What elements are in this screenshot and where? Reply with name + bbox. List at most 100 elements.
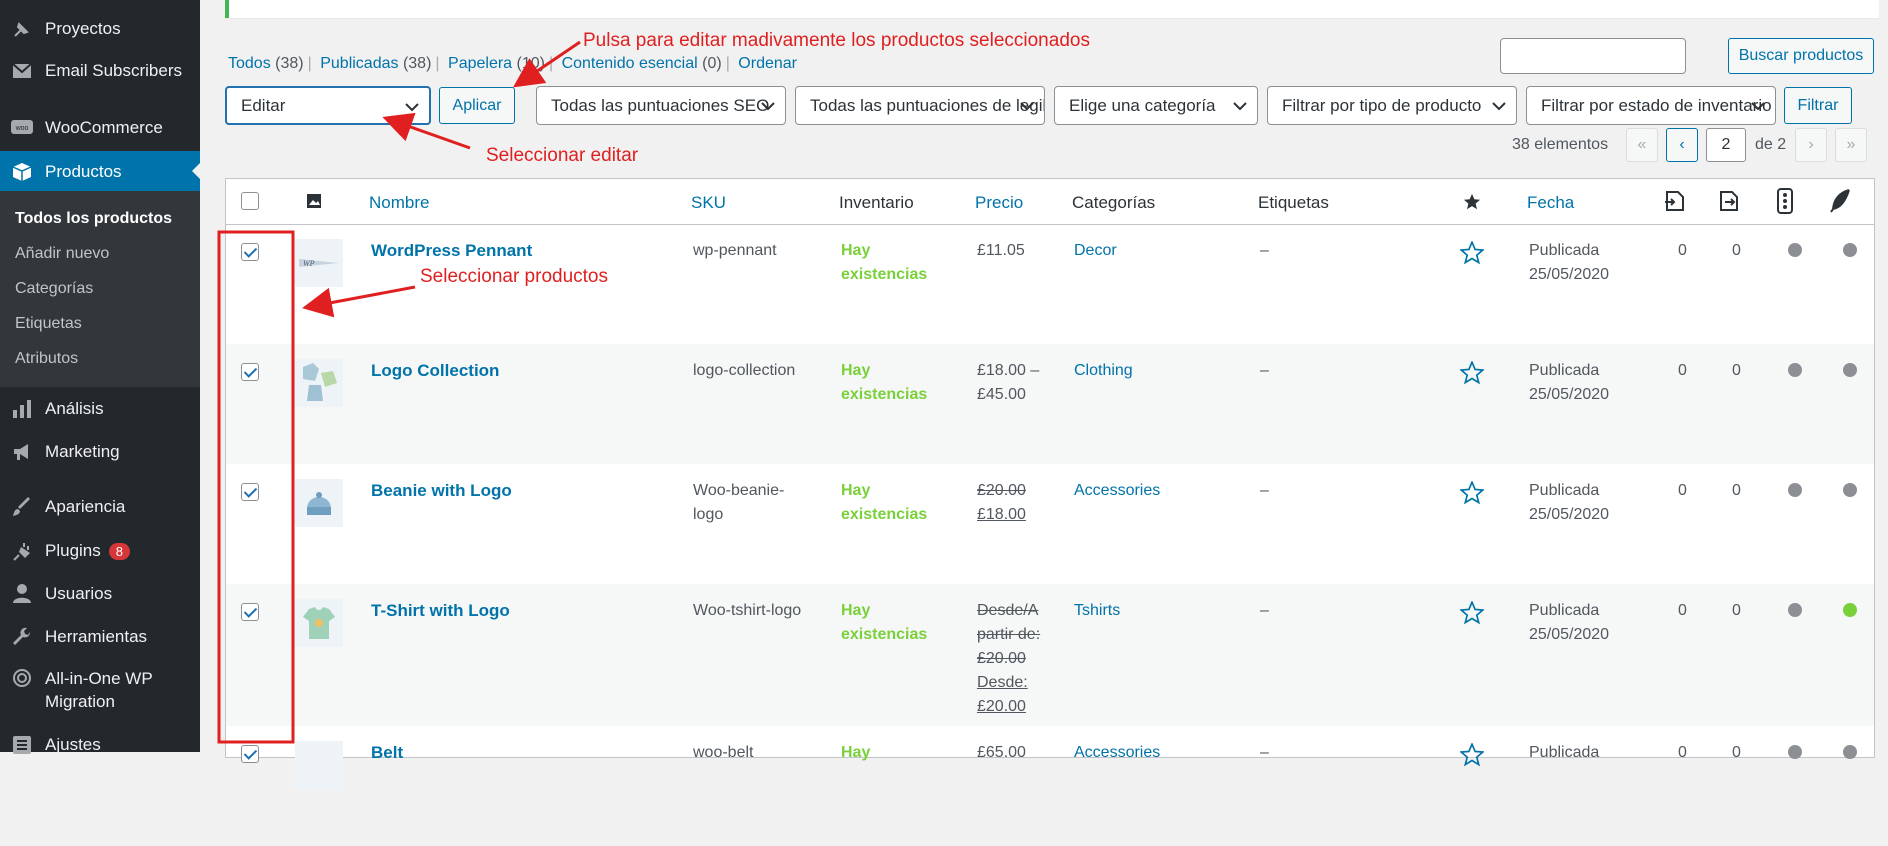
stock-status-filter[interactable]: Filtrar por estado de inventario bbox=[1526, 86, 1776, 125]
bar-chart-icon bbox=[11, 398, 33, 420]
select-all-checkbox[interactable] bbox=[241, 192, 259, 210]
submenu-add-new[interactable]: Añadir nuevo bbox=[15, 245, 109, 263]
product-name-link[interactable]: WordPress Pennant bbox=[371, 239, 532, 263]
sidebar-item-email-subscribers[interactable]: Email Subscribers bbox=[0, 51, 200, 91]
submenu-tags[interactable]: Etiquetas bbox=[15, 315, 82, 333]
incoming-links-count: 0 bbox=[1678, 482, 1687, 499]
row-checkbox[interactable] bbox=[241, 363, 259, 381]
product-status-date: Publicada 25/05/2020 bbox=[1529, 602, 1610, 643]
product-thumbnail[interactable]: WP bbox=[295, 239, 343, 287]
prev-page-button[interactable]: ‹ bbox=[1666, 128, 1698, 162]
category-filter[interactable]: Elige una categoría bbox=[1054, 86, 1258, 125]
sidebar-item-label: Apariencia bbox=[45, 497, 126, 516]
product-name-link[interactable]: Logo Collection bbox=[371, 359, 499, 383]
view-published[interactable]: Publicadas (38) bbox=[320, 55, 431, 72]
sort-link[interactable]: Ordenar bbox=[738, 55, 797, 72]
current-page-input[interactable]: 2 bbox=[1706, 128, 1746, 162]
readability-filter-value: Todas las puntuaciones de legibilidad bbox=[810, 95, 1044, 115]
apply-button[interactable]: Aplicar bbox=[439, 87, 515, 124]
star-icon[interactable] bbox=[1463, 193, 1481, 211]
featured-star-icon[interactable] bbox=[1460, 241, 1484, 265]
next-page-button[interactable]: › bbox=[1795, 128, 1827, 162]
sidebar-item-label: Email Subscribers bbox=[45, 61, 182, 80]
sidebar-item-label: All-in-One WP Migration bbox=[45, 669, 153, 711]
total-pages: de 2 bbox=[1755, 136, 1787, 153]
search-products-button[interactable]: Buscar productos bbox=[1728, 38, 1874, 74]
view-all[interactable]: Todos (38) bbox=[228, 55, 304, 72]
submenu-categories[interactable]: Categorías bbox=[15, 280, 93, 298]
svg-text:woo: woo bbox=[15, 125, 29, 132]
view-trash[interactable]: Papelera (10) bbox=[448, 55, 545, 72]
submenu-attributes[interactable]: Atributos bbox=[15, 350, 78, 368]
sidebar-item-ajustes[interactable]: Ajustes bbox=[0, 725, 200, 765]
row-checkbox[interactable] bbox=[241, 243, 259, 261]
product-thumbnail[interactable] bbox=[295, 741, 343, 789]
sidebar-item-apariencia[interactable]: Apariencia bbox=[0, 487, 200, 527]
pin-icon bbox=[11, 18, 33, 40]
category-link[interactable]: Clothing bbox=[1074, 359, 1133, 383]
category-link[interactable]: Accessories bbox=[1074, 479, 1160, 503]
sidebar-item-label: Ajustes bbox=[45, 735, 101, 754]
product-thumbnail[interactable] bbox=[295, 479, 343, 527]
product-sku: woo-belt bbox=[693, 744, 754, 761]
column-sku[interactable]: SKU bbox=[691, 193, 726, 213]
product-sku: wp-pennant bbox=[693, 242, 777, 259]
product-price: £65.00 bbox=[977, 744, 1026, 761]
bulk-actions-select[interactable]: Editar bbox=[225, 86, 431, 125]
view-essential-content[interactable]: Contenido esencial (0) bbox=[562, 55, 722, 72]
submenu-all-products[interactable]: Todos los productos bbox=[15, 210, 172, 228]
sidebar-item-proyectos[interactable]: Proyectos bbox=[0, 9, 200, 49]
category-link[interactable]: Tshirts bbox=[1074, 599, 1120, 623]
products-submenu: Todos los productos Añadir nuevo Categor… bbox=[0, 191, 200, 387]
product-thumbnail[interactable] bbox=[295, 359, 343, 407]
product-name-link[interactable]: Beanie with Logo bbox=[371, 479, 512, 503]
sidebar-item-analisis[interactable]: Análisis bbox=[0, 389, 200, 429]
stock-status-filter-value: Filtrar por estado de inventario bbox=[1541, 95, 1772, 115]
readability-score-filter[interactable]: Todas las puntuaciones de legibilidad bbox=[795, 86, 1045, 125]
table-row: Belt woo-belt Hay £65.00 Accessories – P… bbox=[226, 726, 1874, 846]
sidebar-item-herramientas[interactable]: Herramientas bbox=[0, 617, 200, 657]
column-date[interactable]: Fecha bbox=[1527, 193, 1574, 213]
product-tags: – bbox=[1260, 362, 1269, 379]
product-name-link[interactable]: Belt bbox=[371, 741, 403, 765]
row-checkbox[interactable] bbox=[241, 603, 259, 621]
chevron-down-icon bbox=[761, 102, 775, 111]
sidebar-item-usuarios[interactable]: Usuarios bbox=[0, 574, 200, 614]
product-thumbnail[interactable] bbox=[295, 599, 343, 647]
featured-star-icon[interactable] bbox=[1460, 481, 1484, 505]
table-row: Logo Collection logo-collection Hay exis… bbox=[226, 344, 1874, 464]
category-link[interactable]: Decor bbox=[1074, 239, 1117, 263]
featured-star-icon[interactable] bbox=[1460, 743, 1484, 767]
sidebar-item-marketing[interactable]: Marketing bbox=[0, 432, 200, 472]
product-name-link[interactable]: T-Shirt with Logo bbox=[371, 599, 510, 623]
sidebar-item-plugins[interactable]: Plugins 8 bbox=[0, 531, 200, 571]
sidebar-item-label: Productos bbox=[45, 162, 122, 181]
product-type-filter[interactable]: Filtrar por tipo de producto bbox=[1267, 86, 1517, 125]
seo-score-filter[interactable]: Todas las puntuaciones SEO bbox=[536, 86, 786, 125]
search-input[interactable] bbox=[1500, 38, 1686, 74]
chevron-down-icon bbox=[1751, 102, 1765, 111]
incoming-links-icon bbox=[1665, 191, 1684, 211]
column-price[interactable]: Precio bbox=[975, 193, 1023, 213]
stock-status: Hay bbox=[841, 744, 871, 761]
readability-score-dot bbox=[1843, 745, 1857, 759]
seo-score-dot bbox=[1788, 363, 1802, 377]
featured-star-icon[interactable] bbox=[1460, 601, 1484, 625]
sidebar-item-all-in-one-wp-migration[interactable]: All-in-One WP Migration bbox=[0, 667, 200, 719]
first-page-button[interactable]: « bbox=[1626, 128, 1658, 162]
filter-button[interactable]: Filtrar bbox=[1784, 87, 1852, 124]
chevron-down-icon bbox=[1492, 102, 1506, 111]
sidebar-item-woocommerce[interactable]: woo WooCommerce bbox=[0, 108, 200, 148]
featured-star-icon[interactable] bbox=[1460, 361, 1484, 385]
sidebar-item-productos[interactable]: Productos bbox=[0, 151, 200, 193]
column-name[interactable]: Nombre bbox=[369, 193, 429, 213]
row-checkbox[interactable] bbox=[241, 483, 259, 501]
column-stock: Inventario bbox=[839, 193, 914, 212]
category-link[interactable]: Accessories bbox=[1074, 741, 1160, 765]
row-checkbox[interactable] bbox=[241, 745, 259, 763]
last-page-button[interactable]: » bbox=[1835, 128, 1867, 162]
chevron-down-icon bbox=[405, 103, 419, 112]
incoming-links-count: 0 bbox=[1678, 602, 1687, 619]
product-price: Desde/A partir de: £20.00 Desde: £20.00 bbox=[977, 602, 1041, 715]
product-sku: Woo-beanie-logo bbox=[693, 482, 785, 523]
